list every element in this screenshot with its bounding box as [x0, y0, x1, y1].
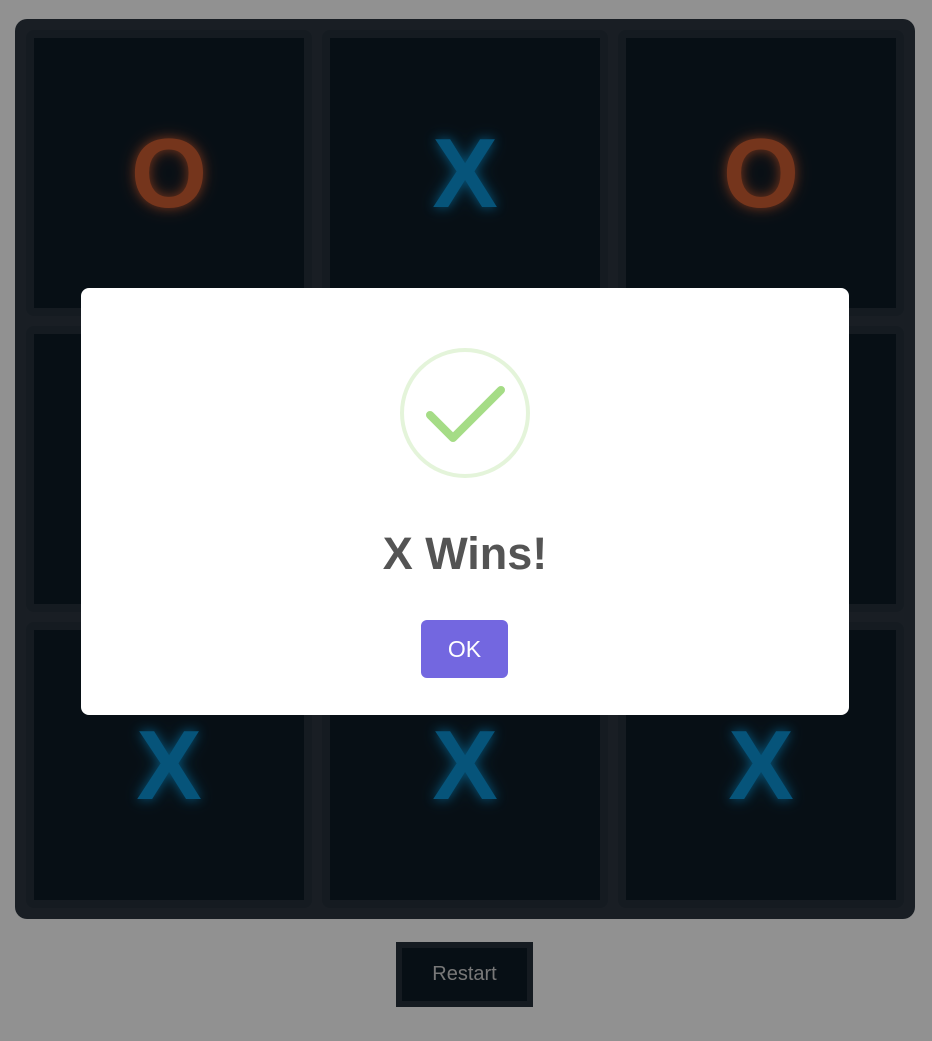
success-check-icon — [400, 348, 530, 478]
modal-backdrop: X Wins! OK — [0, 0, 932, 1041]
result-title: X Wins! — [382, 528, 548, 579]
ok-button[interactable]: OK — [421, 620, 508, 678]
result-dialog: X Wins! OK — [81, 288, 849, 715]
